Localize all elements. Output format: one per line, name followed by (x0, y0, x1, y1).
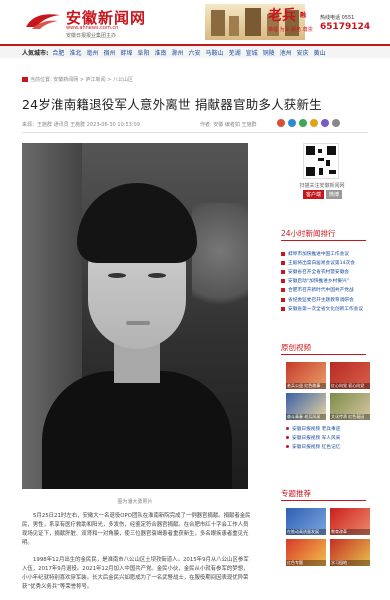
topic-thumb[interactable]: 教育改革 (330, 508, 370, 535)
bullet-icon (281, 306, 285, 311)
region-link[interactable]: 蚌埠 (120, 48, 132, 57)
photo-caption: 图为潘大勇照片 (117, 499, 153, 505)
bullet-icon (281, 279, 285, 284)
rank-item[interactable]: 省纪委监委召开主题教育调研会 (281, 295, 366, 304)
home-icon[interactable] (22, 76, 28, 82)
share-bar (277, 119, 343, 127)
rank-section-divider (281, 240, 366, 241)
topic-thumb[interactable]: 学习园地 (330, 539, 370, 566)
video-list-item[interactable]: 安徽日报视频 军人风采 (286, 433, 370, 442)
brand-slogan: 荣福 为军 服务 尊崇 (268, 27, 313, 33)
region-nav-label: 人気城市: (22, 49, 49, 57)
rank-item[interactable]: 蚌埠市加快推进中国工作会议 (281, 249, 366, 258)
topic-section-divider (281, 500, 366, 501)
breadcrumb: 当前位置: 安徽新闻网 > 庐江新闻 > 八公山区 (22, 76, 133, 83)
region-link[interactable]: 宣城 (246, 48, 258, 57)
article-title: 24岁淮南籍退役军人意外离世 捐献器官助多人获新生 (22, 97, 322, 112)
qr-code-image (303, 143, 339, 179)
region-link[interactable]: 淮北 (69, 48, 81, 57)
region-link[interactable]: 黄山 (314, 48, 326, 57)
bullet-icon (286, 436, 289, 439)
title-divider (22, 132, 368, 133)
region-link[interactable]: 宿州 (103, 48, 115, 57)
share-icon[interactable] (310, 119, 318, 127)
brand-logo[interactable]: 老兵 (268, 5, 296, 25)
region-link[interactable]: 铜陵 (263, 48, 275, 57)
rank-section-title: 24小时新闻排行 (281, 229, 336, 238)
brand-logo-suffix: 融 (300, 12, 307, 19)
share-icon[interactable] (288, 119, 296, 127)
bullet-icon (281, 251, 285, 256)
rank-item[interactable]: 安徽省第一次全省文化创新工作会议 (281, 304, 366, 313)
region-link[interactable]: 安庆 (297, 48, 309, 57)
region-link[interactable]: 滁州 (172, 48, 184, 57)
article-paragraph: 5月25日21时左右，安徽大一名退役OPO团队在淮南新院完成了一例器官捐献。捐献… (22, 513, 251, 546)
hotline-label: 热线电话 0551 (320, 15, 355, 21)
hotline-number: 65179124 (320, 22, 371, 32)
article-photo (22, 143, 248, 489)
bullet-icon (286, 427, 289, 430)
rank-item[interactable]: 安徽启动“加快推进乡村振兴” (281, 277, 366, 286)
breadcrumb-text[interactable]: 当前位置: 安徽新闻网 > 庐江新闻 > 八公山区 (30, 77, 133, 83)
region-link[interactable]: 亳州 (86, 48, 98, 57)
bullet-icon (281, 297, 285, 302)
topic-thumb[interactable]: 红色专题 (286, 539, 326, 566)
region-nav: 人気城市: 合肥 淮北 亳州 宿州 蚌埠 阜阳 淮南 滁州 六安 马鞍山 芜湖 … (0, 44, 390, 58)
bullet-icon (281, 260, 285, 265)
logo-icon[interactable] (24, 9, 62, 31)
qr-caption: 扫描关注安徽新闻网 (299, 183, 345, 189)
video-thumb[interactable]: 老兵公益 红色故事 (286, 362, 326, 389)
site-header: 安徽新闻网 www.ahnews.com.cn 安徽日报报业集团主办 老兵 融 … (0, 0, 390, 44)
site-subtitle: 安徽日报报业集团主办 (66, 33, 117, 39)
region-link[interactable]: 池州 (280, 48, 292, 57)
region-link[interactable]: 淮南 (155, 48, 167, 57)
article-author: 作者: 安徽 编者如 王施群 (200, 122, 257, 128)
bullet-icon (286, 445, 289, 448)
topic-thumb-grid: 在推动高质量发展 教育改革 红色专题 学习园地 (286, 508, 370, 566)
bullet-icon (281, 269, 285, 274)
article-paragraph: 1998年12月出生的金民民，是淮南市八公山区土坝孜街道人。2015年9月从八公… (22, 557, 249, 590)
app-download-button[interactable]: 客户端 (303, 190, 325, 199)
rank-list: 蚌埠市加快推进中国工作会议 王毅将出席白居易会议第14次会 安徽省召开全省农村暨… (281, 249, 366, 313)
rank-item[interactable]: 安徽省召开全省农村暨安徽会 (281, 267, 366, 276)
topic-section-title: 专题推荐 (281, 489, 311, 498)
rank-item[interactable]: 王毅将出席白居易会议第14次会 (281, 258, 366, 267)
video-list: 安徽日报视频 老兵事迹 安徽日报视频 军人风采 安徽日报视频 红色记忆 (286, 424, 370, 451)
region-link[interactable]: 六安 (189, 48, 201, 57)
video-section-divider (281, 354, 366, 355)
weibo-button[interactable]: 微博 (326, 190, 343, 199)
video-list-item[interactable]: 安徽日报视频 老兵事迹 (286, 424, 370, 433)
region-link[interactable]: 马鞍山 (206, 48, 224, 57)
video-thumb-grid: 老兵公益 红色故事 红心向党 初心向党 奋斗青春 老兵风采 文化传承 红色基因 (286, 362, 370, 420)
site-url: www.ahnews.com.cn (66, 25, 119, 31)
share-icon[interactable] (299, 119, 307, 127)
region-link[interactable]: 芜湖 (229, 48, 241, 57)
video-thumb[interactable]: 红心向党 初心向党 (330, 362, 370, 389)
share-icon[interactable] (321, 119, 329, 127)
video-list-item[interactable]: 安徽日报视频 红色记忆 (286, 442, 370, 451)
region-link[interactable]: 合肥 (52, 48, 64, 57)
article-meta: 来源：王施群 通讯员 王施群 2023-06-30 10:53:09 (22, 122, 140, 128)
video-section-title: 原创视频 (281, 343, 311, 352)
share-icon[interactable] (332, 119, 340, 127)
topic-thumb[interactable]: 在推动高质量发展 (286, 508, 326, 535)
video-thumb[interactable]: 文化传承 红色基因 (330, 393, 370, 420)
share-icon[interactable] (277, 119, 285, 127)
video-thumb[interactable]: 奋斗青春 老兵风采 (286, 393, 326, 420)
bullet-icon (281, 288, 285, 293)
qr-panel: 扫描关注安徽新闻网 客户端 微博 (281, 143, 363, 213)
region-link[interactable]: 阜阳 (137, 48, 149, 57)
rank-item[interactable]: 合肥市召开新时代中国共产党战 (281, 286, 366, 295)
